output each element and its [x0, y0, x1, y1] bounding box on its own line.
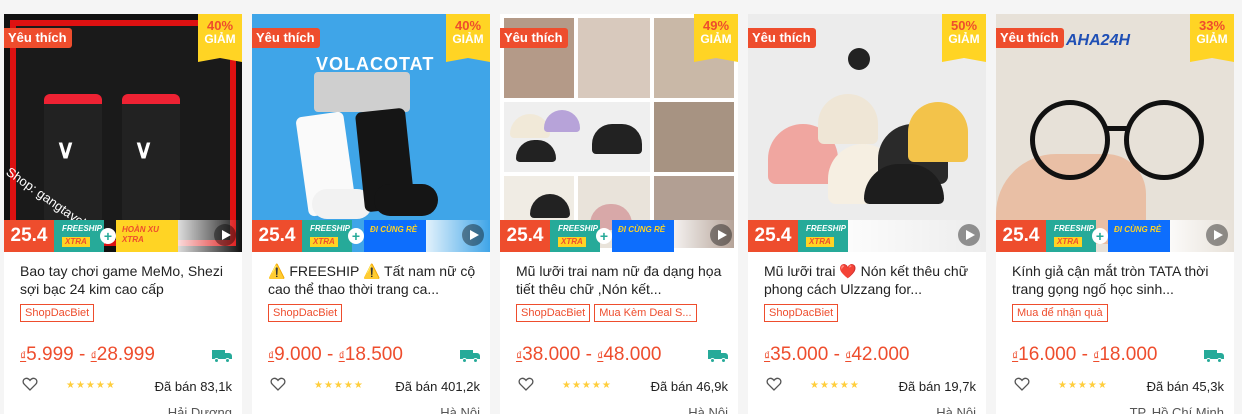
shop-tag: ShopDacBiet	[764, 304, 839, 322]
product-name[interactable]: ⚠️ FREESHIP ⚠️ Tất nam nữ cộ cao thể tha…	[268, 262, 480, 298]
rating-stars: ★★★★★	[810, 380, 860, 391]
shop-tag: ShopDacBiet	[20, 304, 95, 322]
plus-icon: +	[1092, 228, 1108, 244]
discount-badge: 40% GIẢM	[446, 14, 490, 62]
tag-list: ShopDacBiet	[764, 304, 842, 322]
plus-icon: +	[100, 228, 116, 244]
sold-count: Đã bán 83,1k	[154, 379, 232, 394]
sold-count: Đã bán 401,2k	[395, 379, 480, 394]
discount-badge: 50% GIẢM	[942, 14, 986, 62]
discount-badge: 49% GIẢM	[694, 14, 738, 62]
tag-list: ShopDacBiet Mua Kèm Deal S...	[516, 304, 701, 322]
favorite-badge: Yêu thích	[252, 28, 320, 48]
favorite-badge: Yêu thích	[500, 28, 568, 48]
play-video-icon[interactable]	[1206, 224, 1228, 246]
product-card[interactable]: VOLACOTAT Yêu thích 40% GIẢM 25.4 FREESHI…	[252, 14, 490, 414]
sold-count: Đã bán 19,7k	[898, 379, 976, 394]
rating-stars: ★★★★★	[1058, 380, 1108, 391]
shop-location: Hải Dương	[167, 405, 232, 414]
sold-count: Đã bán 46,9k	[650, 379, 728, 394]
product-card[interactable]: ∨ ∨ Shop: gangtaychoing Yêu thích 40% GIẢ…	[4, 14, 242, 414]
product-name[interactable]: Mũ lưỡi trai nam nữ đa dạng họa tiết thê…	[516, 262, 728, 298]
go-together-cheap-label: ĐI CÙNG RẺ	[1108, 220, 1170, 252]
rating-stars: ★★★★★	[562, 380, 612, 391]
play-video-icon[interactable]	[214, 224, 236, 246]
go-together-cheap-label: ĐI CÙNG RẺ	[612, 220, 674, 252]
image-brand-text: AHA24H	[1066, 32, 1131, 49]
product-card[interactable]: Yêu thích 50% GIẢM 25.4 FREESHIP XTRA Mũ l…	[748, 14, 986, 414]
freeship-label: FREESHIP XTRA	[302, 220, 352, 252]
sale-date: 25.4	[252, 220, 302, 252]
price-range: ₫16.000 - ₫18.000	[1012, 344, 1158, 365]
plus-icon: +	[348, 228, 364, 244]
brand-logo	[848, 48, 870, 70]
product-name[interactable]: Mũ lưỡi trai ❤️ Nón kết thêu chữ phong c…	[764, 262, 976, 298]
tag-list: ShopDacBiet	[268, 304, 346, 322]
heart-outline-icon[interactable]	[518, 376, 534, 392]
discount-badge: 33% GIẢM	[1190, 14, 1234, 62]
rating-stars: ★★★★★	[314, 380, 364, 391]
heart-outline-icon[interactable]	[22, 376, 38, 392]
favorite-badge: Yêu thích	[748, 28, 816, 48]
heart-outline-icon[interactable]	[766, 376, 782, 392]
sale-date: 25.4	[4, 220, 54, 252]
shop-tag: ShopDacBiet	[516, 304, 591, 322]
coin-back-label: HOÀN XU XTRA	[116, 220, 178, 252]
freeship-label: FREESHIP XTRA	[550, 220, 600, 252]
price-range: ₫35.000 - ₫42.000	[764, 344, 910, 365]
product-card[interactable]: AHA24H Yêu thích 33% GIẢM 25.4 FREESHIP XT…	[996, 14, 1234, 414]
favorite-badge: Yêu thích	[996, 28, 1064, 48]
plus-icon: +	[596, 228, 612, 244]
product-name[interactable]: Kính giả cận mắt tròn TATA thời trang gọ…	[1012, 262, 1224, 298]
heart-outline-icon[interactable]	[270, 376, 286, 392]
product-grid: ∨ ∨ Shop: gangtaychoing Yêu thích 40% GIẢ…	[0, 14, 1242, 414]
freeship-label: FREESHIP XTRA	[798, 220, 848, 252]
product-card[interactable]: Yêu thích 49% GIẢM 25.4 FREESHIP XTRA + ĐI…	[500, 14, 738, 414]
promo-banner: 25.4 FREESHIP XTRA + ĐI CÙNG RẺ	[500, 220, 738, 252]
free-ship-truck-icon	[212, 350, 232, 363]
price-range: ₫5.999 - ₫28.999	[20, 344, 155, 365]
free-ship-truck-icon	[460, 350, 480, 363]
freeship-label: FREESHIP XTRA	[1046, 220, 1096, 252]
rating-stars: ★★★★★	[66, 380, 116, 391]
gift-tag: Mua để nhận quà	[1012, 304, 1108, 322]
play-video-icon[interactable]	[462, 224, 484, 246]
promo-banner: 25.4 FREESHIP XTRA + HOÀN XU XTRA	[4, 220, 242, 252]
sale-date: 25.4	[500, 220, 550, 252]
go-together-cheap-label: ĐI CÙNG RẺ	[364, 220, 426, 252]
heart-outline-icon[interactable]	[1014, 376, 1030, 392]
shop-location: Hà Nội	[688, 405, 728, 414]
play-video-icon[interactable]	[958, 224, 980, 246]
shop-location: Hà Nội	[936, 405, 976, 414]
tag-list: ShopDacBiet	[20, 304, 98, 322]
discount-badge: 40% GIẢM	[198, 14, 242, 62]
tag-list: Mua để nhận quà	[1012, 304, 1112, 322]
promo-banner: 25.4 FREESHIP XTRA	[748, 220, 986, 252]
promo-banner: 25.4 FREESHIP XTRA + ĐI CÙNG RẺ	[996, 220, 1234, 252]
freeship-label: FREESHIP XTRA	[54, 220, 104, 252]
price-range: ₫9.000 - ₫18.500	[268, 344, 403, 365]
shop-location: TP. Hồ Chí Minh	[1129, 405, 1224, 414]
deal-tag: Mua Kèm Deal S...	[594, 304, 697, 322]
sold-count: Đã bán 45,3k	[1146, 379, 1224, 394]
product-name[interactable]: Bao tay chơi game MeMo, Shezi sợi bạc 24…	[20, 262, 232, 298]
free-ship-truck-icon	[708, 350, 728, 363]
sale-date: 25.4	[996, 220, 1046, 252]
promo-banner: 25.4 FREESHIP XTRA + ĐI CÙNG RẺ	[252, 220, 490, 252]
price-range: ₫38.000 - ₫48.000	[516, 344, 662, 365]
shop-tag: ShopDacBiet	[268, 304, 343, 322]
favorite-badge: Yêu thích	[4, 28, 72, 48]
free-ship-truck-icon	[1204, 350, 1224, 363]
sale-date: 25.4	[748, 220, 798, 252]
play-video-icon[interactable]	[710, 224, 732, 246]
shop-location: Hà Nội	[440, 405, 480, 414]
